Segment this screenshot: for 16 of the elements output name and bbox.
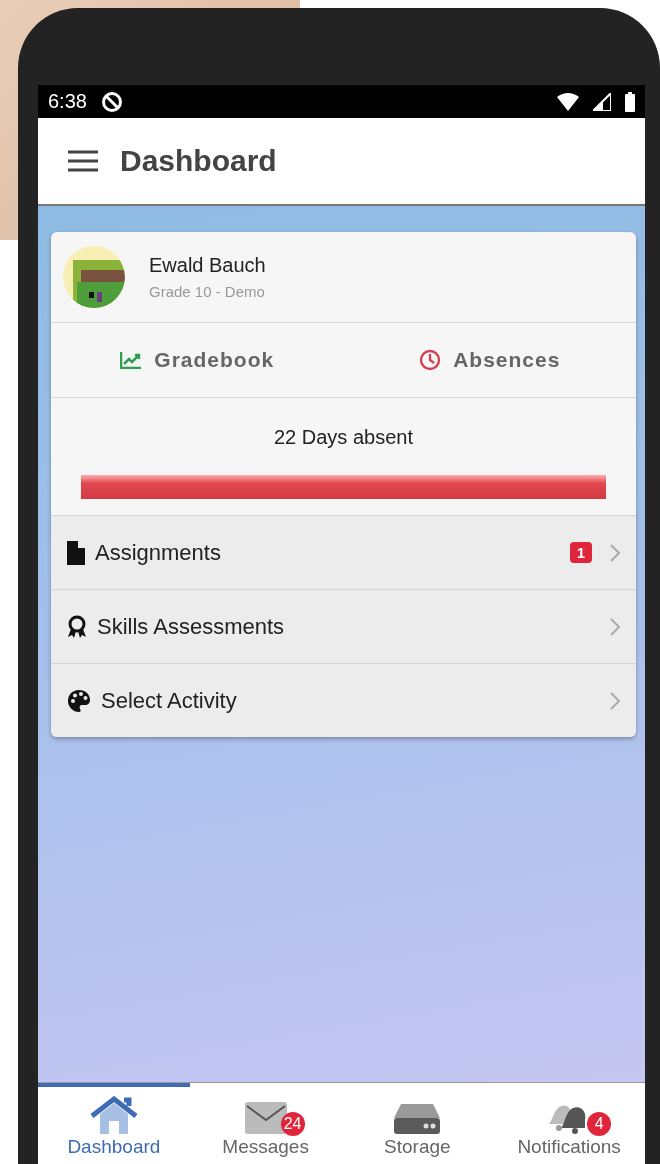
gradebook-link[interactable]: Gradebook xyxy=(51,323,344,397)
count-badge: 1 xyxy=(569,542,592,563)
status-time: 6:38 xyxy=(48,90,87,113)
student-grade: Grade 10 - Demo xyxy=(149,283,266,300)
count-badge: 4 xyxy=(587,1112,612,1136)
nav-tab[interactable]: Dashboard xyxy=(38,1083,190,1164)
student-name: Ewald Bauch xyxy=(149,254,266,277)
nav-tab[interactable]: Storage xyxy=(341,1083,494,1164)
nav-tab[interactable]: 4 Notifications xyxy=(493,1083,645,1164)
absences-link[interactable]: Absences xyxy=(343,323,636,397)
menu-item[interactable]: Skills Assessments xyxy=(51,589,636,663)
menu-item[interactable]: Select Activity xyxy=(51,663,636,737)
app-bar-title: Dashboard xyxy=(120,144,277,178)
absence-summary: 22 Days absent xyxy=(274,426,413,449)
nav-tab[interactable]: 24 Messages xyxy=(189,1083,342,1164)
menu-item[interactable]: Assignments 1 xyxy=(51,515,636,589)
